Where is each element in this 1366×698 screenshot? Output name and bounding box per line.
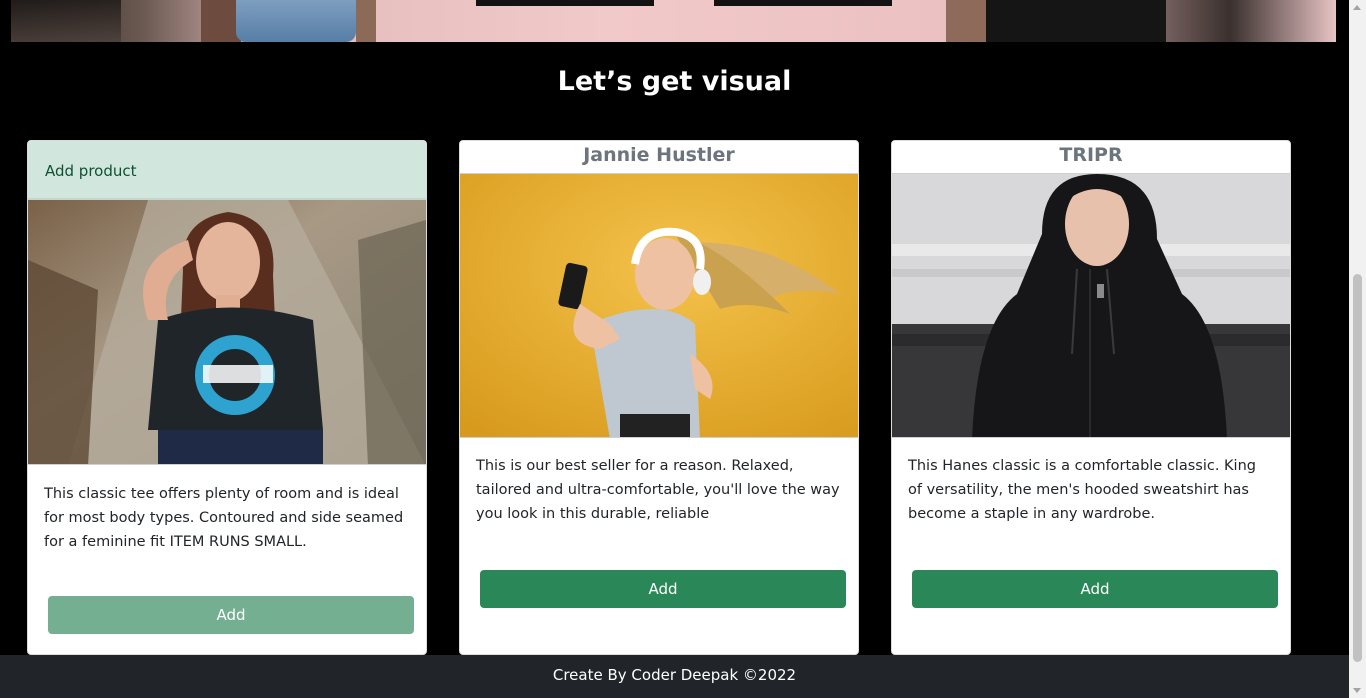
vertical-scrollbar[interactable] <box>1349 0 1366 698</box>
page-viewport: Let’s get visual Add product This classi… <box>0 0 1349 698</box>
product-title: TRIPR <box>1059 144 1123 166</box>
add-button[interactable]: Add <box>48 596 414 634</box>
product-card: Jannie Hustler This is our best seller f… <box>459 140 859 655</box>
man-in-black-hoodie-photo <box>892 174 1290 437</box>
scroll-down-arrow-icon[interactable] <box>1353 688 1361 693</box>
card-header: Add product <box>28 141 426 199</box>
product-title: Jannie Hustler <box>583 144 735 166</box>
add-button[interactable]: Add <box>480 570 846 608</box>
product-photo <box>460 173 858 438</box>
hero-banner-image <box>11 0 1336 42</box>
product-description: This Hanes classic is a comfortable clas… <box>908 458 1256 522</box>
section-title: Let’s get visual <box>557 66 792 97</box>
product-description: This classic tee offers plenty of room a… <box>44 486 404 550</box>
woman-in-oakley-tee-photo <box>28 200 426 464</box>
woman-with-headphones-selfie-photo <box>460 174 858 437</box>
scroll-up-arrow-icon[interactable] <box>1353 5 1361 10</box>
add-button[interactable]: Add <box>912 570 1278 608</box>
scrollbar-thumb[interactable] <box>1353 274 1362 662</box>
product-card: Add product This classic tee offers plen… <box>27 140 427 655</box>
product-card: TRIPR This Hanes classic is a comfortabl… <box>891 140 1291 655</box>
page-footer: Create By Coder Deepak ©2022 <box>0 655 1349 698</box>
product-photo <box>892 173 1290 438</box>
product-description: This is our best seller for a reason. Re… <box>476 458 840 522</box>
product-photo <box>28 199 426 465</box>
footer-text: Create By Coder Deepak ©2022 <box>552 666 797 684</box>
